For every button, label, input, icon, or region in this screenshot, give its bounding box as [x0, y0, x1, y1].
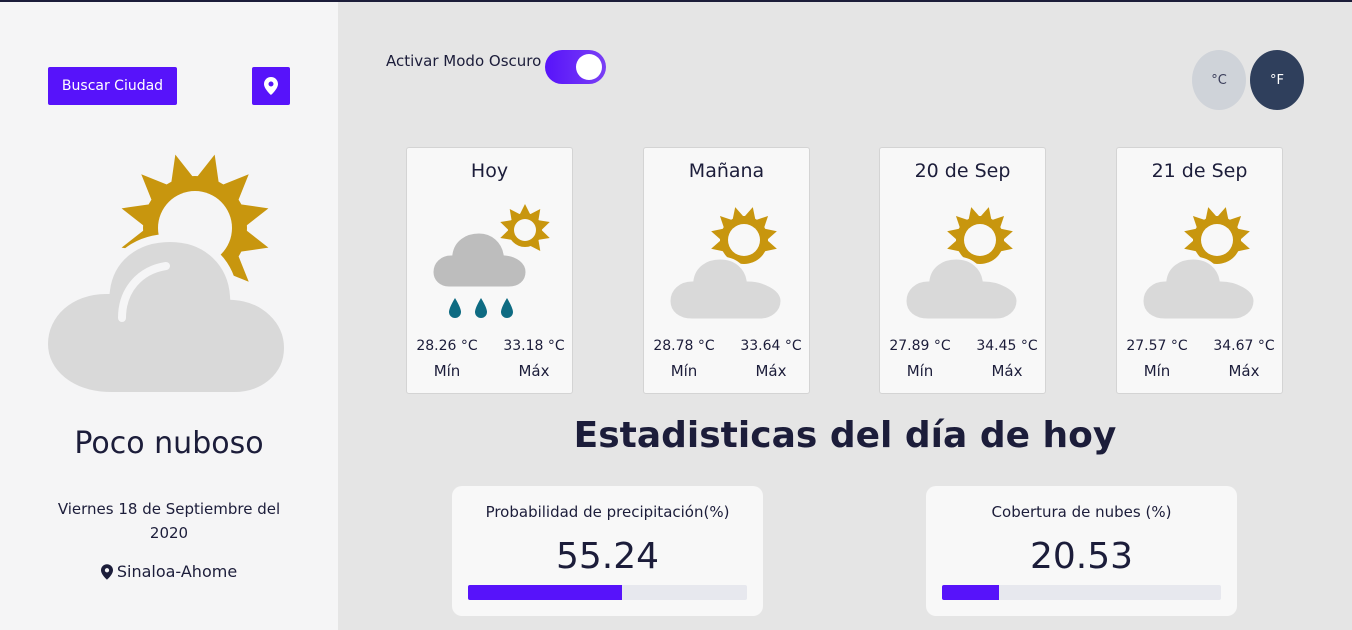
forecast-max-temp: 33.64 °C — [740, 338, 802, 354]
min-label: Mín — [1143, 362, 1171, 380]
toggle-knob — [576, 54, 602, 80]
forecast-min-temp: 27.89 °C — [889, 338, 951, 354]
progress-bar — [942, 585, 1221, 600]
forecast-day: Hoy — [470, 160, 509, 182]
sun-behind-cloud-icon — [40, 154, 293, 398]
progress-bar — [468, 585, 747, 600]
forecast-day: Mañana — [688, 160, 765, 182]
forecast-day: 20 de Sep — [914, 160, 1011, 182]
celsius-button[interactable]: °C — [1192, 50, 1246, 110]
forecast-max-temp: 33.18 °C — [503, 338, 565, 354]
forecast-day: 21 de Sep — [1151, 160, 1248, 182]
min-label: Mín — [906, 362, 934, 380]
forecast-max-temp: 34.67 °C — [1213, 338, 1275, 354]
sun-behind-cloud-icon — [903, 207, 1020, 322]
forecast-min-temp: 27.57 °C — [1126, 338, 1188, 354]
forecast-card-20-sep: 20 de Sep 27.89 °C 34.45 °C Mín Máx — [879, 147, 1046, 394]
current-location: Sinaloa-Ahome — [0, 562, 338, 581]
search-city-button[interactable]: Buscar Ciudad — [48, 67, 177, 105]
location-label: Sinaloa-Ahome — [116, 562, 238, 581]
weather-condition: Poco nuboso — [74, 426, 264, 461]
forecast-min-temp: 28.26 °C — [416, 338, 478, 354]
map-pin-icon — [100, 563, 113, 580]
min-label: Mín — [670, 362, 698, 380]
sidebar: Buscar Ciudad Poco nuboso Viernes 18 de … — [0, 2, 338, 630]
stat-value: 55.24 — [555, 536, 660, 577]
map-pin-icon — [264, 77, 278, 95]
forecast-card-today: Hoy 28.26 °C 33.18 °C Mín Máx — [406, 147, 573, 394]
forecast-card-21-sep: 21 de Sep 27.57 °C 34.67 °C Mín Máx — [1116, 147, 1283, 394]
dark-mode-label: Activar Modo Oscuro — [386, 52, 542, 70]
stat-card-cloud-cover: Cobertura de nubes (%) 20.53 — [926, 486, 1237, 616]
progress-fill — [468, 585, 623, 600]
max-label: Máx — [518, 362, 550, 380]
min-label: Mín — [433, 362, 461, 380]
progress-fill — [942, 585, 1000, 600]
current-location-button[interactable] — [252, 67, 290, 105]
max-label: Máx — [1228, 362, 1260, 380]
sun-cloud-rain-icon — [430, 204, 550, 318]
max-label: Máx — [991, 362, 1023, 380]
fahrenheit-button[interactable]: °F — [1250, 50, 1304, 110]
forecast-max-temp: 34.45 °C — [976, 338, 1038, 354]
stat-value: 20.53 — [1029, 536, 1134, 577]
forecast-card-tomorrow: Mañana 28.78 °C 33.64 °C Mín Máx — [643, 147, 810, 394]
max-label: Máx — [755, 362, 787, 380]
stat-card-precipitation: Probabilidad de precipitación(%) 55.24 — [452, 486, 763, 616]
sun-behind-cloud-icon — [667, 207, 784, 322]
stat-label: Cobertura de nubes (%) — [991, 503, 1172, 521]
dark-mode-toggle[interactable] — [545, 50, 606, 84]
forecast-min-temp: 28.78 °C — [653, 338, 715, 354]
current-date: Viernes 18 de Septiembre del 2020 — [57, 500, 281, 542]
sun-behind-cloud-icon — [1140, 207, 1257, 322]
stats-title: Estadisticas del día de hoy — [573, 415, 1117, 456]
stat-label: Probabilidad de precipitación(%) — [485, 503, 730, 521]
